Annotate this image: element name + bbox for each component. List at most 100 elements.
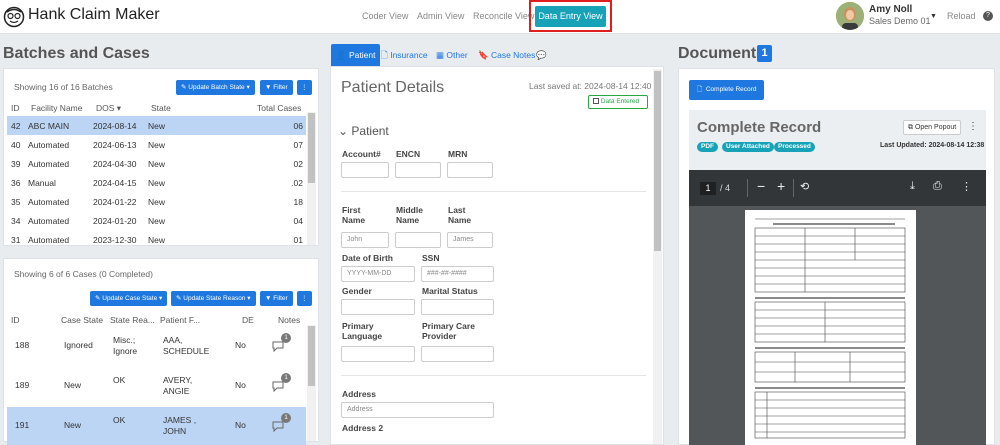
col-total-cases[interactable]: Total Cases <box>257 103 301 113</box>
col-state[interactable]: State <box>151 103 171 113</box>
col-notes[interactable]: Notes <box>278 315 300 325</box>
case-row[interactable]: 189 New OK AVERY, ANGIE No 1 <box>7 367 306 405</box>
print-icon[interactable]: ⎙ <box>933 180 942 193</box>
cases-scroll-thumb[interactable] <box>308 326 315 386</box>
tab-case-notes[interactable]: 🔖 Case Notes <box>478 44 535 66</box>
account-input[interactable] <box>341 162 389 178</box>
col-patient[interactable]: Patient F... <box>160 315 200 325</box>
case-more-button[interactable]: ⋮ <box>297 291 312 306</box>
badge-pdf: PDF <box>697 142 718 152</box>
zoom-out-icon[interactable]: − <box>757 178 765 194</box>
col-dos[interactable]: DOS ▾ <box>96 103 121 114</box>
download-icon[interactable]: ⤓ <box>910 180 915 193</box>
documents-title: Documents <box>678 45 766 62</box>
tab-insurance[interactable]: 🗋 Insurance <box>381 44 428 66</box>
nav-admin-view[interactable]: Admin View <box>417 11 464 21</box>
update-state-reason-button[interactable]: ✎ Update State Reason ▾ <box>171 291 256 306</box>
patient-scrollbar[interactable] <box>653 69 662 444</box>
update-batch-state-button[interactable]: ✎ Update Batch State ▾ <box>176 80 255 95</box>
reload-link[interactable]: Reload <box>947 11 976 21</box>
col-id[interactable]: ID <box>11 103 20 113</box>
batch-dos: 2024-01-22 <box>93 197 137 207</box>
batch-more-button[interactable]: ⋮ <box>297 80 312 95</box>
batches-scroll-thumb[interactable] <box>308 113 315 183</box>
ssn-input[interactable]: ###-##-#### <box>421 266 494 282</box>
nav-data-entry-view[interactable]: Data Entry View <box>535 6 606 27</box>
batch-row[interactable]: 42 ABC MAIN 2024-08-14 New 06 <box>7 116 306 135</box>
batch-row[interactable]: 39 Automated 2024-04-30 New 02 <box>7 154 306 173</box>
brand-title: Hank Claim Maker <box>28 6 160 23</box>
address-input[interactable]: Address <box>341 402 494 418</box>
open-popout-button[interactable]: ⧉ Open Popout <box>903 120 962 135</box>
marital-status-select[interactable] <box>421 299 494 315</box>
col-state-reason[interactable]: State Rea... <box>110 315 155 325</box>
primary-language-input[interactable] <box>341 346 415 362</box>
label-dob: Date of Birth <box>342 253 393 263</box>
batch-row[interactable]: 40 Automated 2024-06-13 New 07 <box>7 135 306 154</box>
patient-section-toggle[interactable]: ⌄ Patient <box>338 124 389 138</box>
nav-coder-view[interactable]: Coder View <box>362 11 408 21</box>
case-reason-line2: Ignore <box>113 346 138 356</box>
col-case-state[interactable]: Case State <box>61 315 103 325</box>
tab-comments[interactable]: 💬 <box>536 44 547 66</box>
case-row[interactable]: 188 Ignored Misc.; Ignore AAA, SCHEDULE No 1 <box>7 327 306 365</box>
first-name-input[interactable]: John <box>341 232 389 248</box>
batch-total-cases: .02 <box>291 178 303 188</box>
last-name-input[interactable]: James <box>447 232 493 248</box>
notes-comment-icon[interactable] <box>272 421 284 433</box>
pdf-more-icon[interactable]: ⋮ <box>961 180 972 193</box>
complete-record-button[interactable]: 🗋 Complete Record <box>689 80 765 100</box>
case-filter-button[interactable]: ▼ Filter <box>260 291 293 306</box>
patient-scroll-thumb[interactable] <box>654 71 661 251</box>
notes-count-badge: 1 <box>281 373 291 383</box>
document-icon: 🗋 <box>381 50 388 60</box>
primary-care-provider-input[interactable] <box>421 346 494 362</box>
case-patient-line1: AVERY, <box>163 375 193 385</box>
batches-scrollbar[interactable] <box>307 112 316 245</box>
update-case-state-button[interactable]: ✎ Update Case State ▾ <box>90 291 168 306</box>
batch-id: 36 <box>11 178 21 188</box>
patient-details-panel: Patient Details Last saved at: 2024-08-1… <box>330 66 664 445</box>
dob-input[interactable]: YYYY-MM-DD <box>341 266 415 282</box>
rotate-icon[interactable]: ⟲ <box>800 180 809 193</box>
batch-row[interactable]: 36 Manual 2024-04-15 New .02 <box>7 173 306 192</box>
batch-row[interactable]: 31 Automated 2023-12-30 New 01 <box>7 230 306 249</box>
batch-row[interactable]: 35 Automated 2024-01-22 New 18 <box>7 192 306 211</box>
tab-other[interactable]: ▦ Other <box>436 44 468 66</box>
batch-facility: ABC MAIN <box>28 121 70 131</box>
pdf-toolbar: 1 / 4 − + ⟲ ⤓ ⎙ ⋮ <box>689 170 986 206</box>
data-entered-checkbox[interactable]: Data Entered <box>588 95 648 109</box>
notes-comment-icon[interactable] <box>272 381 284 393</box>
cases-scrollbar[interactable] <box>307 325 316 441</box>
user-menu-caret-icon[interactable]: ▼ <box>930 13 937 20</box>
label-marital-status: Marital Status <box>422 286 478 296</box>
col-facility[interactable]: Facility Name <box>31 103 82 113</box>
middle-name-input[interactable] <box>395 232 441 248</box>
col-de[interactable]: DE <box>242 315 254 325</box>
notes-comment-icon[interactable] <box>272 341 284 353</box>
batch-id: 40 <box>11 140 21 150</box>
top-navbar: Hank Claim Maker Coder View Admin View R… <box>0 0 1000 34</box>
encn-input[interactable] <box>395 162 441 178</box>
col-case-id[interactable]: ID <box>11 315 20 325</box>
badge-user-attached: User Attached <box>722 142 774 152</box>
zoom-in-icon[interactable]: + <box>777 178 785 194</box>
batch-state: New <box>148 159 166 169</box>
label-address-2: Address 2 <box>342 423 384 433</box>
nav-reconcile-view[interactable]: Reconcile View <box>473 11 534 21</box>
label-middle-name: Middle Name <box>396 205 423 225</box>
batch-row[interactable]: 34 Automated 2024-01-20 New 04 <box>7 211 306 230</box>
pdf-page-input[interactable]: 1 <box>700 182 716 195</box>
pdf-viewer[interactable]: 1 / 4 − + ⟲ ⤓ ⎙ ⋮ <box>689 170 986 445</box>
gender-select[interactable] <box>341 299 415 315</box>
tab-patient[interactable]: 👤 Patient <box>331 44 381 66</box>
label-account: Account# <box>342 149 381 159</box>
batch-filter-button[interactable]: ▼ Filter <box>260 80 293 95</box>
checkbox-icon <box>593 98 599 105</box>
avatar[interactable] <box>836 2 864 30</box>
case-row[interactable]: 191 New OK JAMES , JOHN No 1 <box>7 407 306 445</box>
help-icon[interactable]: ? <box>983 11 993 21</box>
mrn-input[interactable] <box>447 162 493 178</box>
pdf-page-total: / 4 <box>720 183 731 193</box>
document-more-icon[interactable]: ⋮ <box>968 121 978 132</box>
